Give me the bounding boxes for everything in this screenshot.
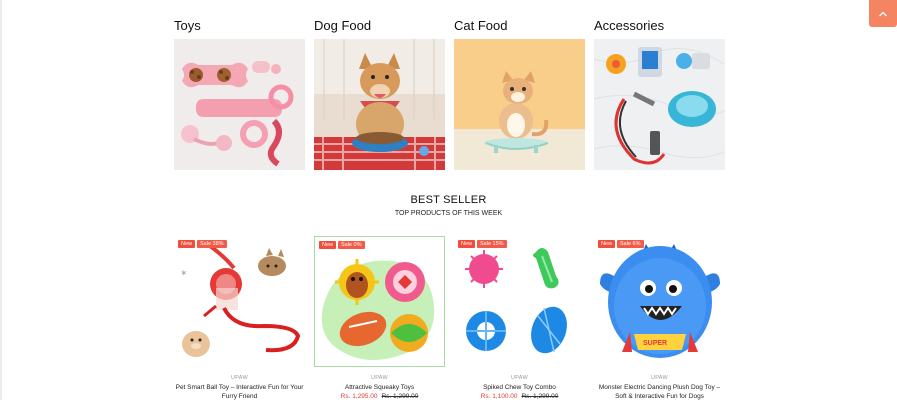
new-badge: New [178,240,196,248]
sale-badge: Sale 15% [477,240,507,248]
compare-price: Rs. 1,299.00 [381,393,419,400]
product-image[interactable]: SUPER New Sale 6% [594,236,725,367]
category-toys[interactable]: Toys [174,18,305,170]
badge-group: New Sale 0% [319,241,365,249]
sale-price: Rs. 1,100.00 [480,393,518,400]
product-vendor[interactable]: UPAW [174,375,305,381]
category-title[interactable]: Dog Food [314,18,445,34]
category-image-accessories[interactable] [594,39,725,170]
svg-text:✶: ✶ [180,268,188,278]
category-title[interactable]: Accessories [594,18,725,34]
product-vendor[interactable]: UPAW [594,375,725,381]
chevron-up-icon [879,11,887,16]
new-badge: New [319,241,337,249]
category-dog-food[interactable]: Dog Food [314,18,445,170]
category-image-toys[interactable] [174,39,305,170]
product-name[interactable]: Attractive Squeaky Toys [314,383,445,392]
best-seller-title: BEST SELLER [410,194,487,206]
product-card[interactable]: ✶ New Sale 38% UPAW Pet Smart Ball Toy –… [174,236,305,400]
product-name[interactable]: Spiked Chew Toy Combo [454,383,585,392]
product-image[interactable]: ✶ New Sale 38% [174,236,305,367]
category-image-dog-food[interactable] [314,39,445,170]
badge-group: New Sale 15% [458,240,507,248]
product-vendor[interactable]: UPAW [454,375,585,381]
sale-badge: Sale 0% [338,241,365,249]
product-image[interactable]: New Sale 15% [454,236,585,367]
price-group: Rs. 1,295.00 Rs. 1,299.00 [314,393,445,400]
product-card[interactable]: New Sale 0% UPAW Attractive Squeaky Toys… [314,236,445,400]
sale-badge: Sale 6% [617,240,644,248]
category-image-cat-food[interactable] [454,39,585,170]
sale-price: Rs. 1,295.00 [340,393,378,400]
category-title[interactable]: Cat Food [454,18,585,34]
compare-price: Rs. 1,299.00 [521,393,559,400]
svg-text:SUPER: SUPER [643,340,667,347]
product-vendor[interactable]: UPAW [314,375,445,381]
badge-group: New Sale 6% [598,240,644,248]
product-card[interactable]: SUPER New Sale 6% UPAW Monster Electric … [594,236,725,400]
product-image[interactable]: New Sale 0% [314,236,445,367]
product-grid: ✶ New Sale 38% UPAW Pet Smart Ball Toy –… [174,236,734,400]
product-name[interactable]: Monster Electric Dancing Plush Dog Toy –… [594,383,725,400]
new-badge: New [458,240,476,248]
new-badge: New [598,240,616,248]
sale-badge: Sale 38% [197,240,227,248]
category-title[interactable]: Toys [174,18,305,34]
price-group: Rs. 1,100.00 Rs. 1,299.00 [454,393,585,400]
scroll-to-top-button[interactable] [869,0,897,27]
category-cat-food[interactable]: Cat Food [454,18,585,170]
badge-group: New Sale 38% [178,240,227,248]
category-grid: Toys Dog Food Cat Food Accessories [174,18,734,172]
product-card[interactable]: New Sale 15% UPAW Spiked Chew Toy Combo … [454,236,585,400]
category-accessories[interactable]: Accessories [594,18,725,170]
best-seller-subtitle: TOP PRODUCTS OF THIS WEEK [394,210,503,217]
product-name[interactable]: Pet Smart Ball Toy – Interactive Fun for… [174,383,305,400]
